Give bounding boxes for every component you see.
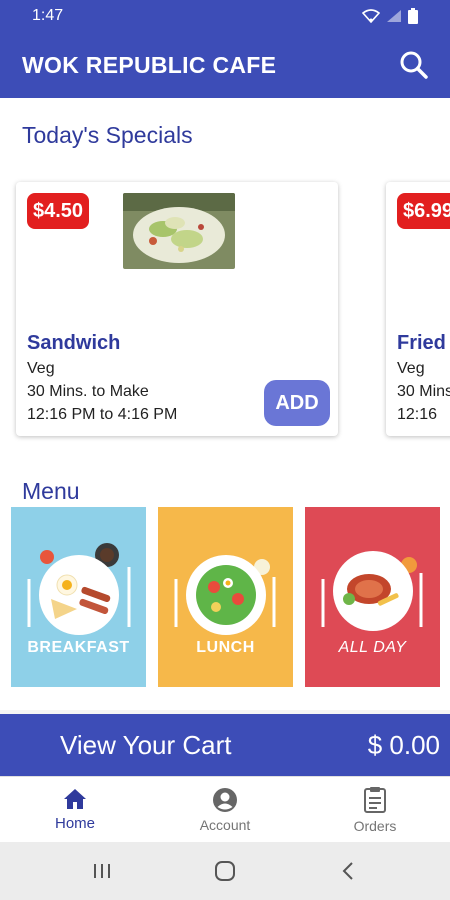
nav-home[interactable]: Home <box>0 777 150 842</box>
battery-icon <box>408 8 418 24</box>
specials-title: Today's Specials <box>22 122 193 148</box>
menu-tile-label: ALL DAY <box>338 639 407 656</box>
special-name: Fried <box>397 332 446 354</box>
menu-tile-breakfast[interactable]: BREAKFAST <box>11 507 146 687</box>
status-bar: 1:47 <box>0 0 450 32</box>
special-availability: 12:16 <box>397 406 438 423</box>
view-cart-button[interactable]: View Your Cart $ 0.00 <box>0 714 450 776</box>
menu-tile-label: LUNCH <box>196 639 255 656</box>
cart-label: View Your Cart <box>60 729 232 760</box>
nav-account-label: Account <box>199 816 251 833</box>
lunch-plate-icon <box>174 555 276 635</box>
breakfast-plate-icon <box>27 543 131 635</box>
app-title: WOK REPUBLIC CAFE <box>22 51 277 78</box>
price-badge: $4.50 <box>27 193 90 229</box>
system-nav-bar <box>0 842 450 900</box>
add-button[interactable]: ADD <box>264 380 330 426</box>
special-availability: 12:16 PM to 4:16 PM <box>27 406 178 423</box>
home-button-icon[interactable] <box>205 851 245 891</box>
special-prep-time: 30 Mins. to Make <box>27 383 149 400</box>
food-image <box>123 193 235 269</box>
wifi-icon <box>362 9 380 23</box>
special-prep-time: 30 Mins <box>397 383 450 400</box>
special-card[interactable]: $4.50 Sandwich Veg 30 Mins. to Make 12:1… <box>16 182 338 436</box>
main-content: Today's Specials $4.50 Sandwich Veg 30 M… <box>0 98 450 710</box>
bottom-nav: Home Account Orders <box>0 776 450 842</box>
nav-home-label: Home <box>54 815 95 832</box>
special-type: Veg <box>397 360 425 377</box>
menu-tile-lunch[interactable]: LUNCH <box>158 507 293 687</box>
recent-apps-icon[interactable] <box>82 851 122 891</box>
special-card[interactable]: $6.99 Fried Veg 30 Mins 12:16 <box>386 182 450 436</box>
menu-tile-label: BREAKFAST <box>27 639 130 656</box>
home-icon <box>64 789 86 809</box>
nav-account[interactable]: Account <box>150 777 300 842</box>
nav-orders[interactable]: Orders <box>300 777 450 842</box>
nav-orders-label: Orders <box>353 817 397 834</box>
account-icon <box>213 787 237 812</box>
back-icon[interactable] <box>328 851 368 891</box>
price-badge: $6.99 <box>397 193 450 229</box>
app-bar: WOK REPUBLIC CAFE <box>0 32 450 98</box>
menu-title: Menu <box>22 478 80 504</box>
menu-tile-all-day[interactable]: ALL DAY <box>305 507 440 687</box>
special-type: Veg <box>27 360 55 377</box>
special-name: Sandwich <box>27 332 121 354</box>
status-time: 1:47 <box>32 7 64 24</box>
cart-total: $ 0.00 <box>367 729 440 760</box>
orders-icon <box>364 786 386 813</box>
search-icon[interactable] <box>396 47 432 83</box>
signal-icon <box>387 10 401 22</box>
all-day-plate-icon <box>321 551 423 631</box>
